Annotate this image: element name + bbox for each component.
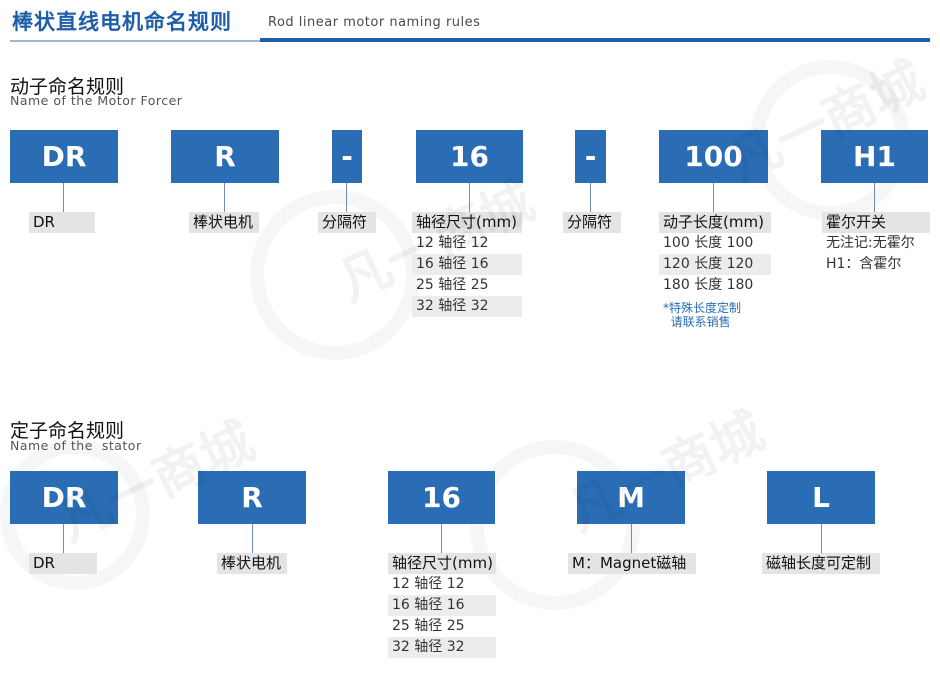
page-title: 棒状直线电机命名规则 (12, 10, 232, 34)
legend-row: H1：含霍尔 (826, 256, 902, 272)
forcer-legend-hall: 霍尔开关 无注记:无霍尔 H1：含霍尔 (822, 212, 930, 275)
legend-label: DR (29, 212, 95, 233)
connector-line (631, 524, 632, 554)
length-custom-note: *特殊长度定制 请联系销售 (663, 301, 742, 329)
connector-line (821, 524, 822, 554)
header-divider-thin (10, 40, 260, 42)
connector-line (252, 524, 253, 554)
header-divider-thick (260, 38, 930, 42)
forcer-legend-r: 棒状电机 (189, 212, 259, 233)
connector-line (590, 183, 591, 213)
stator-code-diameter: 16 (388, 471, 495, 524)
legend-label: 分隔符 (563, 212, 621, 233)
stator-legend-r: 棒状电机 (217, 553, 287, 574)
connector-line (874, 183, 875, 213)
stator-legend-diameter: 轴径尺寸(mm) 12 轴径 12 16 轴径 16 25 轴径 25 32 轴… (388, 553, 496, 658)
forcer-legend-dr: DR (29, 212, 95, 233)
legend-row: 25 轴径 25 (392, 618, 465, 634)
stator-code-length: L (767, 471, 875, 524)
legend-row: 32 轴径 32 (412, 296, 522, 317)
legend-header: 霍尔开关 (822, 212, 930, 233)
legend-row: 120 长度 120 (659, 254, 771, 275)
stator-legend-dr: DR (29, 553, 97, 574)
legend-label: 棒状电机 (189, 212, 259, 233)
legend-label: 磁轴长度可定制 (762, 553, 880, 574)
legend-label: M：Magnet磁轴 (568, 553, 696, 574)
forcer-legend-separator: 分隔符 (563, 212, 621, 233)
connector-line (224, 183, 225, 213)
stator-legend-magnet: M：Magnet磁轴 (568, 553, 696, 574)
legend-row: 100 长度 100 (663, 235, 754, 251)
stator-legend-length: 磁轴长度可定制 (762, 553, 880, 574)
connector-line (63, 183, 64, 213)
legend-label: 棒状电机 (217, 553, 287, 574)
forcer-code-dr: DR (10, 130, 118, 183)
legend-header: 动子长度(mm) (659, 212, 771, 233)
forcer-section-subtitle: Name of the Motor Forcer (10, 93, 183, 108)
legend-row: 无注记:无霍尔 (826, 235, 915, 251)
forcer-code-separator: - (332, 130, 362, 183)
connector-line (441, 524, 442, 554)
connector-line (346, 183, 347, 213)
legend-row: 32 轴径 32 (388, 637, 496, 658)
legend-row: 12 轴径 12 (392, 576, 465, 592)
legend-label: DR (29, 553, 97, 574)
legend-row: 16 轴径 16 (388, 595, 496, 616)
page-subtitle: Rod linear motor naming rules (268, 15, 481, 30)
forcer-code-separator: - (575, 130, 606, 183)
legend-row: 180 长度 180 (663, 277, 754, 293)
forcer-legend-length: 动子长度(mm) 100 长度 100 120 长度 120 180 长度 18… (659, 212, 771, 296)
legend-header: 轴径尺寸(mm) (388, 553, 496, 574)
forcer-code-r: R (171, 130, 279, 183)
connector-line (713, 183, 714, 213)
